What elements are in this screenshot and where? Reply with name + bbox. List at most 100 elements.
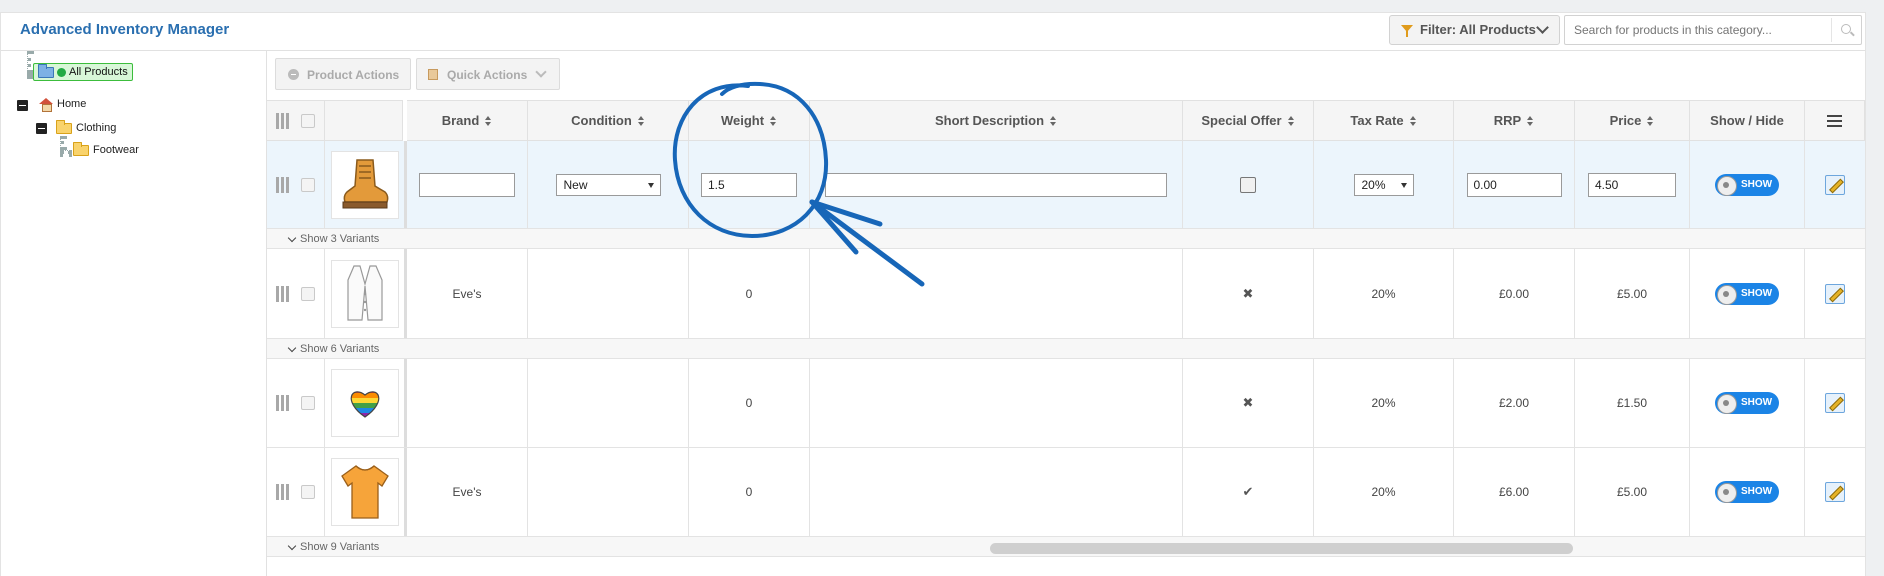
variants-row[interactable]: Show 3 Variants (267, 229, 1865, 249)
horizontal-scrollbar[interactable] (990, 543, 1573, 554)
short-description-input[interactable] (825, 172, 1167, 197)
visibility-toggle[interactable]: SHOW (1715, 481, 1779, 503)
tree-node-all-products[interactable]: All Products (33, 63, 133, 81)
edit-pencil-icon[interactable] (1825, 174, 1845, 195)
collapse-icon[interactable] (36, 123, 47, 134)
drag-handle-icon[interactable] (276, 176, 289, 193)
tax-rate-select[interactable]: 20% (1353, 173, 1414, 196)
drag-handle-icon[interactable] (276, 285, 289, 302)
tree-node-label: Home (57, 98, 87, 110)
chevron-down-icon (287, 541, 297, 550)
quick-actions-label: Quick Actions (447, 68, 528, 82)
condition-select[interactable]: New (555, 173, 661, 196)
show-variants-toggle[interactable]: Show 3 Variants (287, 233, 379, 245)
check-circle-icon (57, 67, 66, 77)
boot-icon (342, 158, 388, 208)
column-header-special-offer[interactable]: Special Offer (1183, 100, 1314, 141)
app-window: Advanced Inventory Manager Filter: All P… (0, 12, 1866, 576)
tree-connector (27, 51, 31, 73)
weight-cell (689, 141, 810, 228)
condition-cell[interactable] (528, 448, 689, 536)
special-offer-checkbox[interactable] (1240, 176, 1256, 193)
row-checkbox[interactable] (301, 485, 315, 499)
variants-row[interactable]: Show 6 Variants (267, 339, 1865, 359)
product-thumbnail[interactable] (330, 458, 399, 526)
tree-node-label: Clothing (76, 122, 117, 134)
brand-cell[interactable]: Eve's (407, 249, 528, 338)
tax-rate-cell[interactable]: 20% (1314, 448, 1454, 536)
menu-icon (1827, 114, 1842, 127)
weight-cell[interactable]: 0 (689, 448, 810, 536)
product-thumbnail[interactable] (330, 259, 399, 328)
edit-pencil-icon[interactable] (1825, 283, 1845, 304)
price-cell[interactable]: £1.50 (1575, 359, 1690, 447)
edit-cell (1805, 448, 1865, 536)
drag-handle-icon[interactable] (276, 484, 289, 500)
short-description-cell[interactable] (810, 359, 1183, 447)
column-header-weight[interactable]: Weight (689, 100, 810, 141)
product-thumbnail[interactable] (330, 369, 399, 437)
chevron-down-icon (287, 233, 297, 242)
show-variants-toggle[interactable]: Show 6 Variants (287, 343, 379, 355)
search-input[interactable] (1564, 15, 1862, 45)
tree-node-home[interactable]: Home (39, 98, 87, 112)
product-actions-button[interactable]: Product Actions (275, 58, 411, 90)
drag-handle-icon[interactable] (276, 395, 289, 411)
edit-pencil-icon[interactable] (1825, 393, 1845, 413)
tree-node-footwear[interactable]: Footwear (73, 141, 139, 156)
row-checkbox[interactable] (301, 396, 315, 410)
brand-cell[interactable]: Eve's (407, 448, 528, 536)
row-checkbox[interactable] (301, 286, 315, 301)
table-row: Eve's 0 ✖ 20% £0.00 £5.00 SHOW (267, 249, 1865, 339)
column-header-tax-rate[interactable]: Tax Rate (1314, 100, 1454, 141)
search-icon[interactable] (1841, 24, 1851, 34)
chevron-down-icon (287, 343, 297, 352)
column-header-condition[interactable]: Condition (528, 100, 689, 141)
price-cell[interactable]: £5.00 (1575, 448, 1690, 536)
edit-pencil-icon[interactable] (1825, 482, 1845, 502)
special-offer-cell[interactable]: ✔ (1183, 448, 1314, 536)
tax-rate-cell[interactable]: 20% (1314, 359, 1454, 447)
price-input[interactable] (1588, 172, 1676, 197)
brand-input[interactable] (419, 172, 515, 197)
rrp-input[interactable] (1466, 172, 1562, 197)
show-variants-toggle[interactable]: Show 9 Variants (287, 541, 379, 553)
visibility-toggle[interactable]: SHOW (1715, 173, 1779, 196)
sort-icon (1647, 115, 1654, 126)
price-cell[interactable]: £5.00 (1575, 249, 1690, 338)
column-header-label: Special Offer (1201, 113, 1282, 128)
minus-circle-icon (288, 69, 299, 80)
special-offer-cell[interactable]: ✖ (1183, 249, 1314, 338)
weight-cell[interactable]: 0 (689, 249, 810, 338)
rrp-cell[interactable]: £6.00 (1454, 448, 1575, 536)
select-all-checkbox[interactable] (301, 113, 315, 128)
column-header-price[interactable]: Price (1575, 100, 1690, 141)
rrp-cell[interactable]: £0.00 (1454, 249, 1575, 338)
column-header-rrp[interactable]: RRP (1454, 100, 1575, 141)
rrp-cell[interactable]: £2.00 (1454, 359, 1575, 447)
short-description-cell[interactable] (810, 249, 1183, 338)
product-thumbnail[interactable] (330, 150, 399, 219)
search-divider (1831, 18, 1832, 42)
column-menu-button[interactable] (1805, 100, 1865, 141)
visibility-toggle[interactable]: SHOW (1715, 392, 1779, 414)
column-header-short-description[interactable]: Short Description (810, 100, 1183, 141)
tax-rate-cell[interactable]: 20% (1314, 249, 1454, 338)
column-header-brand[interactable]: Brand (407, 100, 528, 141)
special-offer-cell[interactable]: ✖ (1183, 359, 1314, 447)
condition-cell[interactable] (528, 249, 689, 338)
visibility-toggle[interactable]: SHOW (1715, 282, 1779, 305)
sort-icon (1287, 115, 1295, 126)
brand-cell[interactable] (407, 359, 528, 447)
condition-cell[interactable] (528, 359, 689, 447)
tree-node-clothing[interactable]: Clothing (56, 119, 117, 134)
price-cell (1575, 141, 1690, 228)
weight-input[interactable] (701, 172, 797, 197)
weight-cell[interactable]: 0 (689, 359, 810, 447)
column-header-label: Weight (720, 113, 765, 128)
quick-actions-button[interactable]: Quick Actions (416, 58, 560, 90)
collapse-icon[interactable] (17, 100, 28, 111)
row-checkbox[interactable] (301, 177, 315, 192)
filter-button[interactable]: Filter: All Products (1389, 15, 1560, 45)
short-description-cell[interactable] (810, 448, 1183, 536)
